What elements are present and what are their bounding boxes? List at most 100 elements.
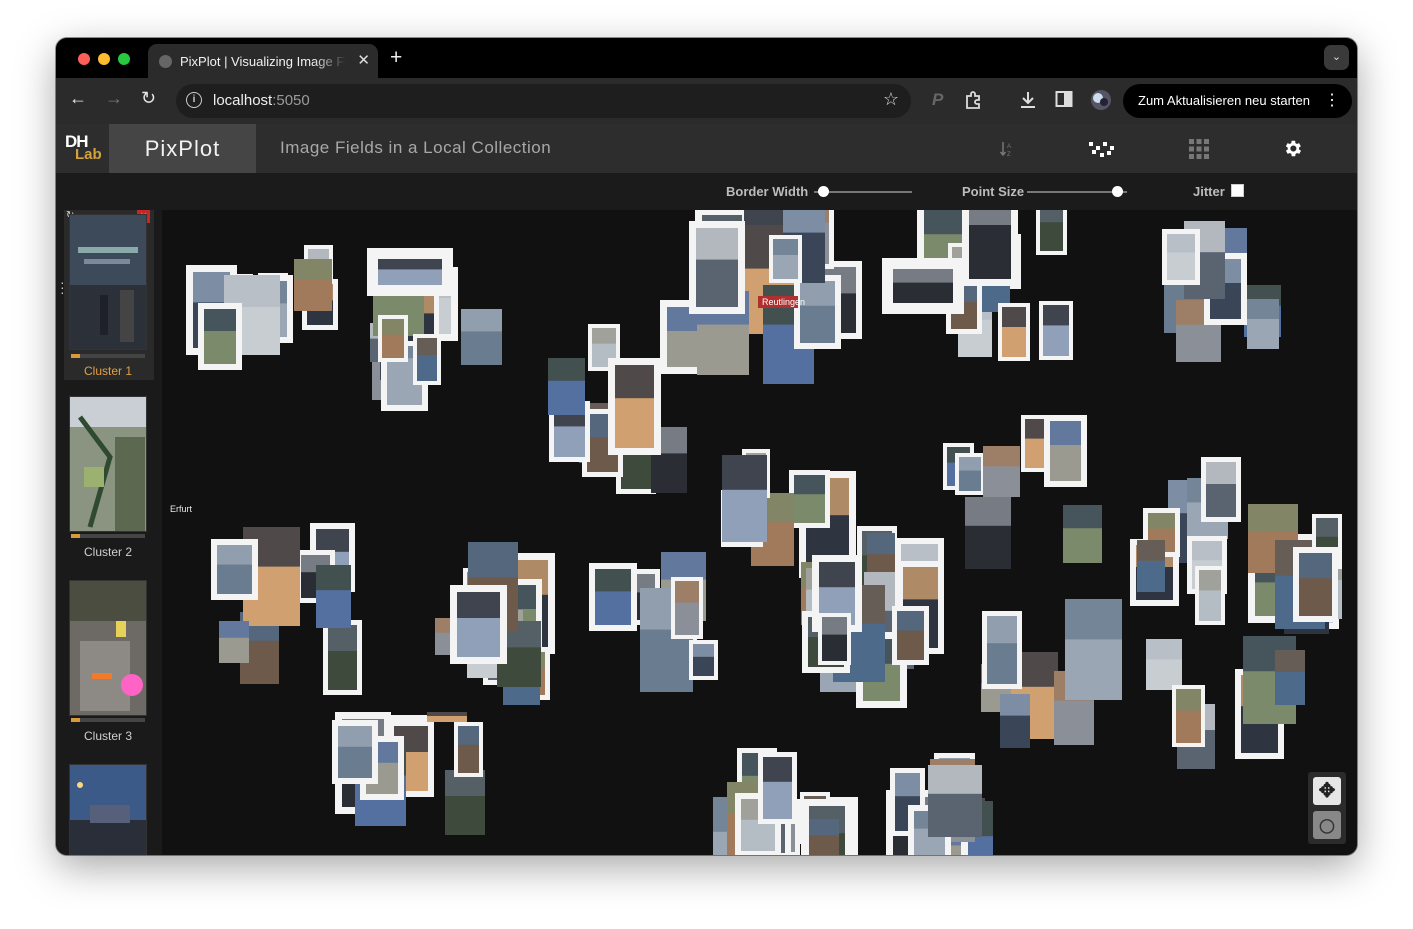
scatter-layout-icon[interactable] [1087,140,1117,165]
image-thumbnail[interactable] [1195,566,1225,625]
image-thumbnail[interactable] [608,358,661,455]
image-thumbnail[interactable] [589,563,637,631]
image-thumbnail[interactable] [689,640,718,680]
cluster-2-thumbnail[interactable] [69,396,147,532]
settings-gear-icon[interactable] [1282,138,1303,164]
image-thumbnail[interactable] [1162,229,1200,285]
image-thumbnail[interactable] [758,752,797,824]
download-icon[interactable] [1018,90,1038,115]
cluster-2-label: Cluster 2 [83,545,133,559]
image-thumbnail[interactable] [818,613,851,665]
image-thumbnail[interactable] [454,722,483,777]
reload-icon[interactable]: ↻ [141,88,156,109]
image-thumbnail[interactable] [983,446,1020,497]
image-thumbnail[interactable] [789,470,830,528]
thumbnail-scatter[interactable]: Erfurt Reutlingen [162,210,1357,855]
image-thumbnail[interactable] [1063,505,1102,563]
image-thumbnail[interactable] [928,765,982,837]
image-thumbnail[interactable] [211,539,258,600]
sort-icon[interactable]: AZ [999,141,1014,162]
side-panel-icon[interactable] [1055,90,1073,113]
url-text[interactable]: localhost:5050 [213,92,310,109]
image-thumbnail[interactable] [294,259,332,311]
pan-move-icon[interactable]: ✥ [1313,777,1341,805]
canvas-tools: ✥ ◯ [1308,772,1346,844]
more-menu-icon[interactable]: ⋮ [1324,84,1340,118]
image-thumbnail[interactable] [809,819,839,855]
image-field-canvas[interactable]: Erfurt Reutlingen ✥ ◯ [162,210,1357,855]
image-thumbnail[interactable] [219,621,249,663]
image-thumbnail[interactable] [1247,299,1279,349]
profile-avatar-icon[interactable] [1090,89,1112,116]
image-thumbnail[interactable] [1137,540,1165,592]
image-thumbnail[interactable] [722,455,767,542]
forward-icon[interactable]: → [105,88,123,109]
cluster-item-4[interactable] [69,764,147,855]
maximize-window-button[interactable] [118,53,130,65]
image-thumbnail[interactable] [427,712,467,722]
dhlab-logo[interactable]: DH Lab [65,132,102,166]
cluster-1-thumbnail[interactable] [69,214,147,350]
image-thumbnail[interactable] [1000,694,1030,748]
svg-text:A: A [1007,144,1011,150]
extension-p-icon[interactable]: P [932,90,943,110]
image-thumbnail[interactable] [962,210,1018,286]
image-thumbnail[interactable] [794,275,841,349]
image-thumbnail[interactable] [316,565,351,628]
image-thumbnail[interactable] [671,577,703,639]
browser-tab[interactable]: PixPlot | Visualizing Image Fields in a … [148,44,378,78]
image-thumbnail[interactable] [1172,685,1205,747]
jitter-checkbox[interactable] [1231,184,1244,197]
image-thumbnail[interactable] [982,611,1022,689]
image-thumbnail[interactable] [1275,650,1305,705]
image-thumbnail[interactable] [1044,415,1087,487]
image-thumbnail[interactable] [198,303,242,370]
image-thumbnail[interactable] [882,258,964,314]
close-window-button[interactable] [78,53,90,65]
image-thumbnail[interactable] [769,235,802,283]
border-width-slider-handle[interactable] [818,186,830,197]
image-thumbnail[interactable] [689,221,745,314]
image-thumbnail[interactable] [998,303,1030,361]
image-thumbnail[interactable] [965,497,1011,569]
back-icon[interactable]: ← [69,88,87,109]
image-thumbnail[interactable] [1201,457,1241,522]
image-thumbnail[interactable] [378,315,408,362]
site-info-icon[interactable]: i [186,92,202,108]
tab-close-icon[interactable]: ✕ [357,51,370,69]
app-brand[interactable]: PixPlot [109,124,256,173]
bookmark-star-icon[interactable]: ☆ [883,89,899,110]
image-thumbnail[interactable] [955,453,985,495]
cluster-item-3[interactable]: Cluster 3 [69,580,147,745]
image-thumbnail[interactable] [323,620,362,695]
image-thumbnail[interactable] [892,606,929,665]
relaunch-update-button[interactable]: Zum Aktualisieren neu starten ⋮ [1123,84,1352,118]
extensions-puzzle-icon[interactable] [964,90,984,115]
tab-search-button[interactable]: ⌄ [1324,45,1349,70]
image-thumbnail[interactable] [1065,599,1122,700]
cluster-item-1[interactable]: Cluster 1 [69,214,147,379]
image-thumbnail[interactable] [367,248,453,296]
grid-layout-icon[interactable] [1189,139,1209,164]
image-thumbnail[interactable] [461,309,502,365]
image-thumbnail[interactable] [1036,210,1067,255]
cluster-4-thumbnail[interactable] [69,764,147,855]
image-thumbnail[interactable] [450,585,507,664]
point-size-slider[interactable] [1027,186,1127,197]
cluster-item-2[interactable]: Cluster 2 [69,396,147,561]
new-tab-button[interactable]: + [390,46,402,70]
address-bar[interactable]: i localhost:5050 ☆ [176,84,911,118]
image-thumbnail[interactable] [548,358,585,415]
image-thumbnail[interactable] [445,770,485,835]
tab-strip: PixPlot | Visualizing Image Fields in a … [56,38,1357,78]
lasso-select-icon[interactable]: ◯ [1313,811,1341,839]
border-width-slider[interactable] [814,186,912,197]
image-thumbnail[interactable] [1146,639,1182,690]
image-thumbnail[interactable] [332,720,378,784]
image-thumbnail[interactable] [1293,547,1338,622]
cluster-3-thumbnail[interactable] [69,580,147,716]
point-size-slider-handle[interactable] [1111,186,1123,197]
minimize-window-button[interactable] [98,53,110,65]
image-thumbnail[interactable] [1039,301,1073,360]
image-thumbnail[interactable] [413,334,441,385]
